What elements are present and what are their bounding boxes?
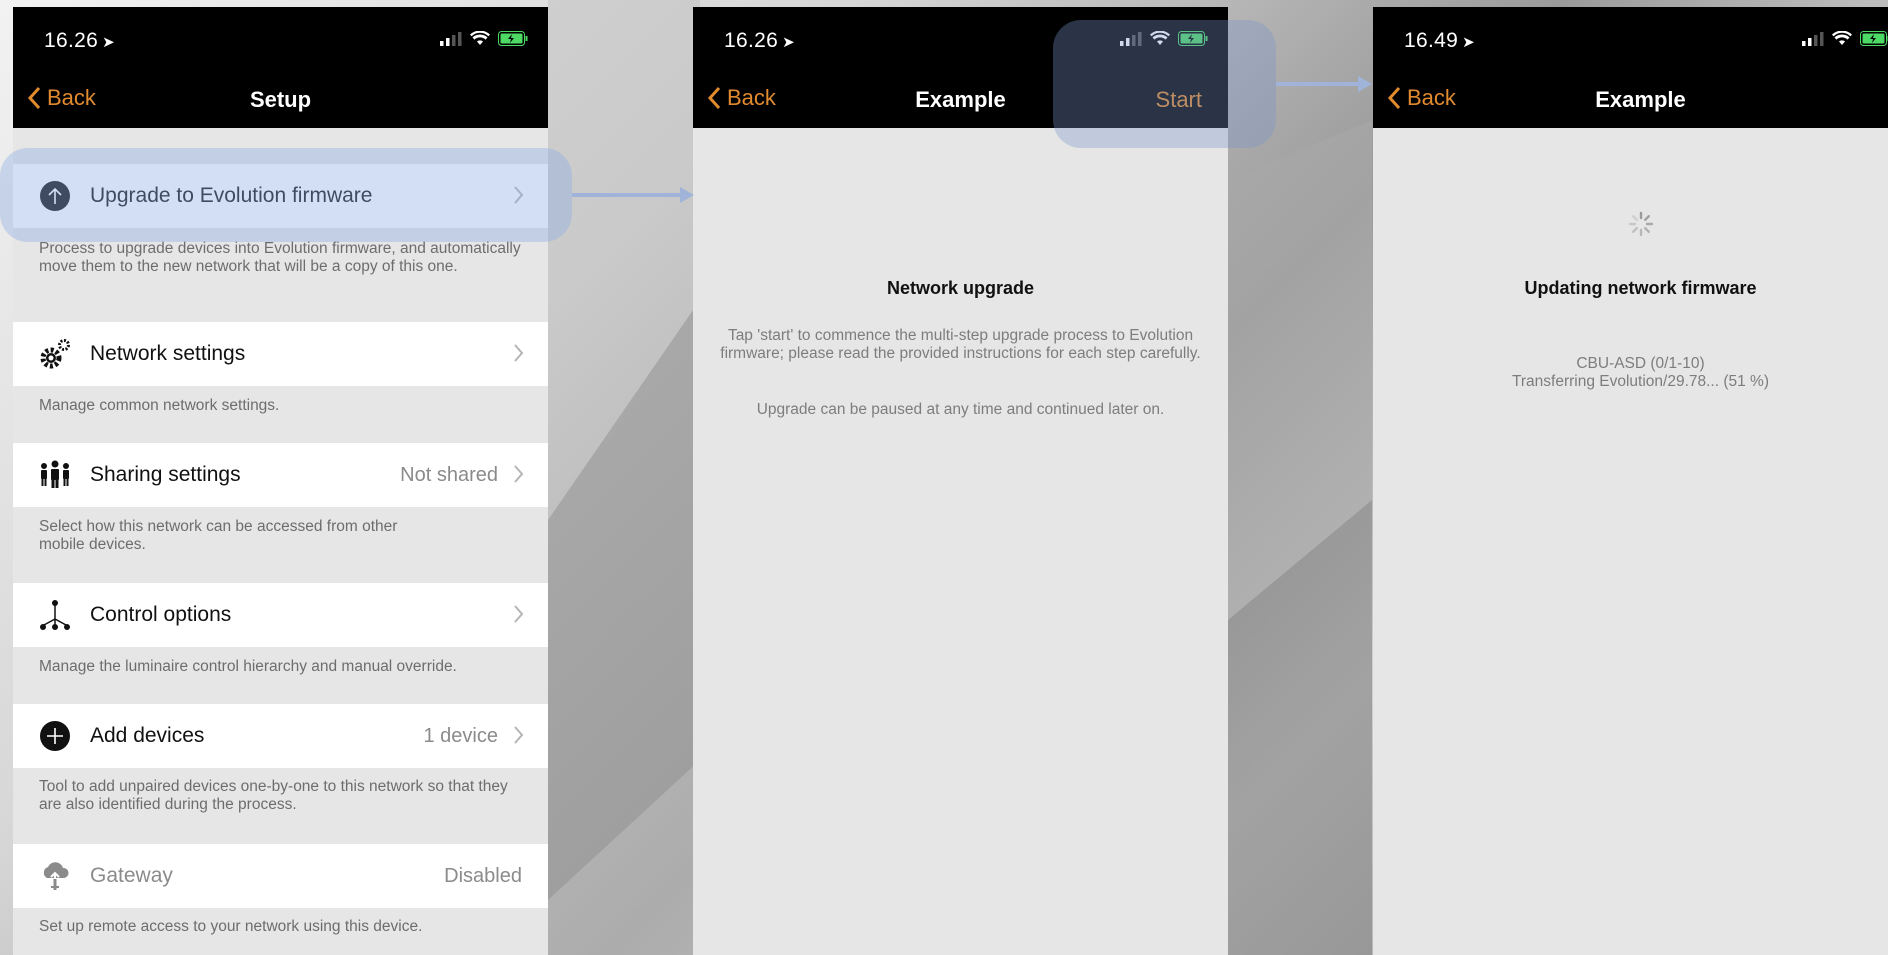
row-gateway: Gateway Disabled <box>13 844 548 908</box>
chevron-right-icon <box>514 605 524 623</box>
progress-text: Transferring Evolution/29.78... (51 %) <box>1511 373 1770 390</box>
flow-arrow-1 <box>572 193 680 197</box>
status-time: 16.49 <box>1404 29 1459 52</box>
row-description: Set up remote access to your network usi… <box>39 918 423 935</box>
battery-icon <box>498 31 528 46</box>
row-label: Add devices <box>90 724 205 747</box>
signal-icon <box>440 31 462 46</box>
status-icons <box>1802 31 1888 46</box>
battery-icon <box>1860 31 1888 46</box>
page-title: Setup <box>249 87 312 112</box>
row-add-devices[interactable]: Add devices 1 device <box>13 704 548 768</box>
row-sharing-settings[interactable]: Sharing settings Not shared <box>13 443 548 507</box>
row-label: Gateway <box>90 864 173 887</box>
row-network-settings[interactable]: Network settings <box>13 322 548 386</box>
chevron-right-icon <box>514 465 524 483</box>
row-description: Manage common network settings. <box>39 397 280 414</box>
chevron-right-icon <box>514 726 524 744</box>
arrow-head-icon <box>680 187 694 203</box>
device-label: CBU-ASD (0/1-10) <box>1576 355 1705 372</box>
page-title: Example <box>1595 87 1686 112</box>
plus-circle-icon <box>39 720 71 752</box>
row-description: Select how this network can be accessed … <box>39 518 398 553</box>
highlight-upgrade-row <box>0 148 572 242</box>
people-icon <box>39 459 71 491</box>
heading: Network upgrade <box>886 278 1035 298</box>
nav-bar: Back Example <box>1373 73 1888 128</box>
spinner-icon <box>1628 211 1654 237</box>
arrow-head-icon <box>1358 76 1372 92</box>
status-bar: 16.26 ➤ <box>13 7 548 73</box>
row-label: Network settings <box>90 342 246 365</box>
flow-arrow-2 <box>1276 82 1358 86</box>
screen-updating: 16.49 ➤ Back Example Updating network fir… <box>1373 7 1888 955</box>
instructions-text: Tap 'start' to commence the multi-step u… <box>720 327 1201 362</box>
signal-icon <box>1802 31 1824 46</box>
row-description: Manage the luminaire control hierarchy a… <box>39 658 457 675</box>
row-control-options[interactable]: Control options <box>13 583 548 647</box>
status-time: 16.26 <box>724 29 779 52</box>
gears-icon <box>39 338 71 370</box>
heading: Updating network firmware <box>1524 278 1757 298</box>
row-description: Process to upgrade devices into Evolutio… <box>39 240 521 275</box>
screen-example-intro: 16.26 ➤ Back Example Start Network upgrad… <box>693 7 1228 955</box>
row-description: Tool to add unpaired devices one-by-one … <box>39 778 508 813</box>
wifi-icon <box>1832 31 1852 45</box>
status-icons <box>440 31 528 46</box>
location-icon: ➤ <box>1462 34 1475 51</box>
location-icon: ➤ <box>102 34 115 51</box>
nav-bar: Back Setup <box>13 73 548 128</box>
status-time: 16.26 <box>44 29 99 52</box>
location-icon: ➤ <box>782 34 795 51</box>
row-label: Sharing settings <box>90 463 241 486</box>
wifi-icon <box>470 31 490 45</box>
highlight-start-button <box>1053 20 1276 148</box>
cloud-upload-icon <box>39 860 71 892</box>
status-bar: 16.49 ➤ <box>1373 7 1888 73</box>
row-value: Not shared <box>400 463 498 486</box>
hierarchy-icon <box>39 599 71 631</box>
pause-note: Upgrade can be paused at any time and co… <box>756 401 1165 418</box>
row-value: 1 device <box>423 724 499 747</box>
chevron-right-icon <box>514 344 524 362</box>
row-value: Disabled <box>444 864 522 887</box>
row-label: Control options <box>90 603 232 626</box>
